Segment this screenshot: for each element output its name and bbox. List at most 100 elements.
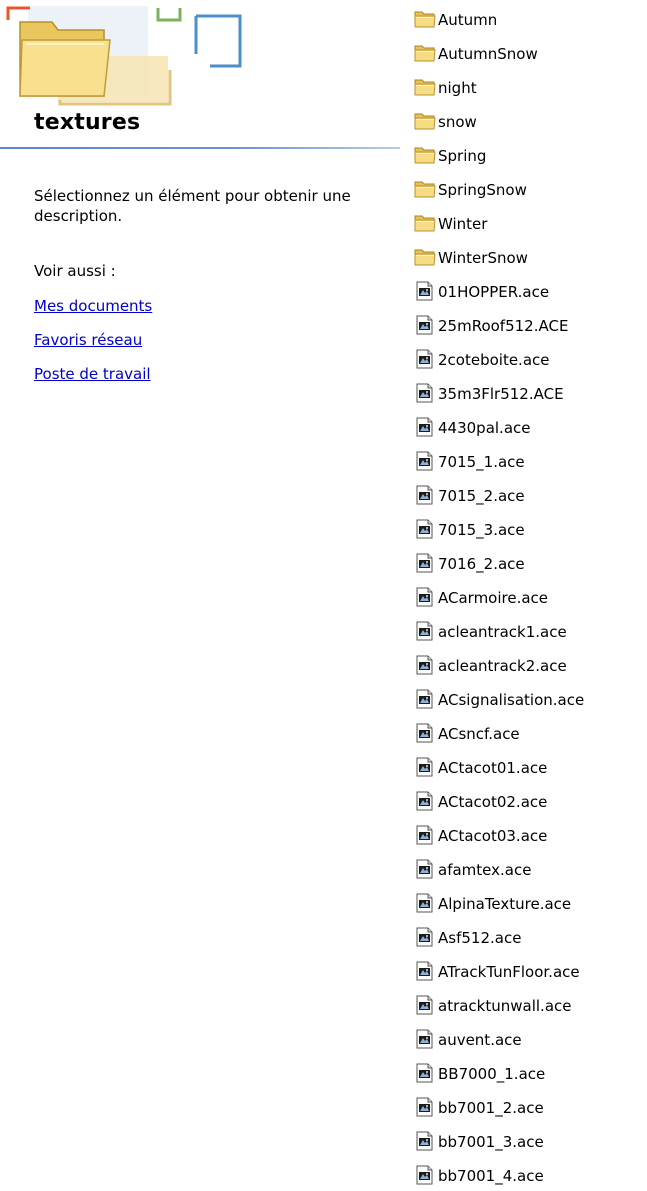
folder-header-graphic	[0, 0, 300, 112]
item-label: afamtex.ace	[438, 861, 532, 879]
item-label: snow	[438, 113, 477, 131]
folder-item[interactable]: Spring	[414, 145, 647, 179]
file-item[interactable]: 7015_3.ace	[414, 519, 647, 553]
item-label: Asf512.ace	[438, 929, 522, 947]
file-item[interactable]: 01HOPPER.ace	[414, 281, 647, 315]
file-item[interactable]: afamtex.ace	[414, 859, 647, 893]
file-item[interactable]: 25mRoof512.ACE	[414, 315, 647, 349]
file-item[interactable]: 2coteboite.ace	[414, 349, 647, 383]
file-item[interactable]: ATrackTunFloor.ace	[414, 961, 647, 995]
ace-file-icon	[414, 757, 436, 777]
file-item[interactable]: ACsncf.ace	[414, 723, 647, 757]
file-item[interactable]: acleantrack1.ace	[414, 621, 647, 655]
selection-description: Sélectionnez un élément pour obtenir une…	[34, 187, 351, 225]
link-poste-de-travail[interactable]: Poste de travail	[34, 364, 152, 398]
folder-icon	[414, 43, 436, 63]
file-item[interactable]: 4430pal.ace	[414, 417, 647, 451]
ace-file-icon	[414, 1131, 436, 1151]
file-item[interactable]: 7015_2.ace	[414, 485, 647, 519]
ace-file-icon	[414, 1165, 436, 1185]
file-item[interactable]: auvent.ace	[414, 1029, 647, 1063]
file-item[interactable]: 35m3Flr512.ACE	[414, 383, 647, 417]
item-label: 7016_2.ace	[438, 555, 525, 573]
item-label: 35m3Flr512.ACE	[438, 385, 564, 403]
file-item[interactable]: 7016_2.ace	[414, 553, 647, 587]
ace-file-icon	[414, 689, 436, 709]
file-item[interactable]: bb7001_2.ace	[414, 1097, 647, 1131]
link-mes-documents[interactable]: Mes documents	[34, 296, 152, 330]
ace-file-icon	[414, 791, 436, 811]
item-label: 25mRoof512.ACE	[438, 317, 569, 335]
folder-item[interactable]: SpringSnow	[414, 179, 647, 213]
ace-file-icon	[414, 961, 436, 981]
item-label: acleantrack1.ace	[438, 623, 567, 641]
folder-title: textures	[34, 110, 141, 135]
item-label: ACsncf.ace	[438, 725, 520, 743]
file-item[interactable]: Asf512.ace	[414, 927, 647, 961]
item-label: night	[438, 79, 477, 97]
ace-file-icon	[414, 1029, 436, 1049]
ace-file-icon	[414, 825, 436, 845]
link-favoris-reseau[interactable]: Favoris réseau	[34, 330, 152, 364]
item-label: bb7001_2.ace	[438, 1099, 544, 1117]
file-list: Autumn AutumnSnow night snow Spring SpringSno…	[414, 9, 647, 1191]
ace-file-icon	[414, 1063, 436, 1083]
folder-icon	[414, 9, 436, 29]
item-label: 01HOPPER.ace	[438, 283, 550, 301]
item-label: atracktunwall.ace	[438, 997, 572, 1015]
folder-icon	[414, 77, 436, 97]
ace-file-icon	[414, 859, 436, 879]
item-label: 7015_2.ace	[438, 487, 525, 505]
folder-item[interactable]: Winter	[414, 213, 647, 247]
item-label: ATrackTunFloor.ace	[438, 963, 580, 981]
ace-file-icon	[414, 485, 436, 505]
file-item[interactable]: BB7000_1.ace	[414, 1063, 647, 1097]
item-label: ACtacot01.ace	[438, 759, 548, 777]
folder-item[interactable]: AutumnSnow	[414, 43, 647, 77]
see-also-links: Mes documents Favoris réseau Poste de tr…	[34, 296, 152, 398]
item-label: 4430pal.ace	[438, 419, 531, 437]
item-label: ACarmoire.ace	[438, 589, 549, 607]
file-item[interactable]: AlpinaTexture.ace	[414, 893, 647, 927]
item-label: WinterSnow	[438, 249, 528, 267]
ace-file-icon	[414, 995, 436, 1015]
item-label: BB7000_1.ace	[438, 1065, 546, 1083]
folder-icon	[414, 247, 436, 267]
item-label: AlpinaTexture.ace	[438, 895, 572, 913]
ace-file-icon	[414, 519, 436, 539]
file-item[interactable]: bb7001_3.ace	[414, 1131, 647, 1165]
ace-file-icon	[414, 1097, 436, 1117]
item-label: ACsignalisation.ace	[438, 691, 585, 709]
folder-icon	[414, 145, 436, 165]
item-label: 7015_1.ace	[438, 453, 525, 471]
ace-file-icon	[414, 893, 436, 913]
title-divider	[0, 147, 400, 149]
folder-info-pane: textures Sélectionnez un élément pour ob…	[0, 0, 405, 1191]
file-item[interactable]: 7015_1.ace	[414, 451, 647, 485]
ace-file-icon	[414, 927, 436, 947]
ace-file-icon	[414, 553, 436, 573]
item-label: acleantrack2.ace	[438, 657, 567, 675]
file-item[interactable]: bb7001_4.ace	[414, 1165, 647, 1191]
file-item[interactable]: ACtacot02.ace	[414, 791, 647, 825]
ace-file-icon	[414, 349, 436, 369]
folder-item[interactable]: WinterSnow	[414, 247, 647, 281]
item-label: auvent.ace	[438, 1031, 522, 1049]
file-item[interactable]: ACsignalisation.ace	[414, 689, 647, 723]
ace-file-icon	[414, 281, 436, 301]
folder-item[interactable]: Autumn	[414, 9, 647, 43]
ace-file-icon	[414, 383, 436, 403]
folder-icon	[414, 179, 436, 199]
item-label: ACtacot02.ace	[438, 793, 548, 811]
item-label: Winter	[438, 215, 488, 233]
item-label: ACtacot03.ace	[438, 827, 548, 845]
folder-item[interactable]: night	[414, 77, 647, 111]
ace-file-icon	[414, 587, 436, 607]
file-item[interactable]: acleantrack2.ace	[414, 655, 647, 689]
file-item[interactable]: ACarmoire.ace	[414, 587, 647, 621]
item-label: bb7001_3.ace	[438, 1133, 544, 1151]
folder-item[interactable]: snow	[414, 111, 647, 145]
file-item[interactable]: ACtacot01.ace	[414, 757, 647, 791]
file-item[interactable]: atracktunwall.ace	[414, 995, 647, 1029]
file-item[interactable]: ACtacot03.ace	[414, 825, 647, 859]
